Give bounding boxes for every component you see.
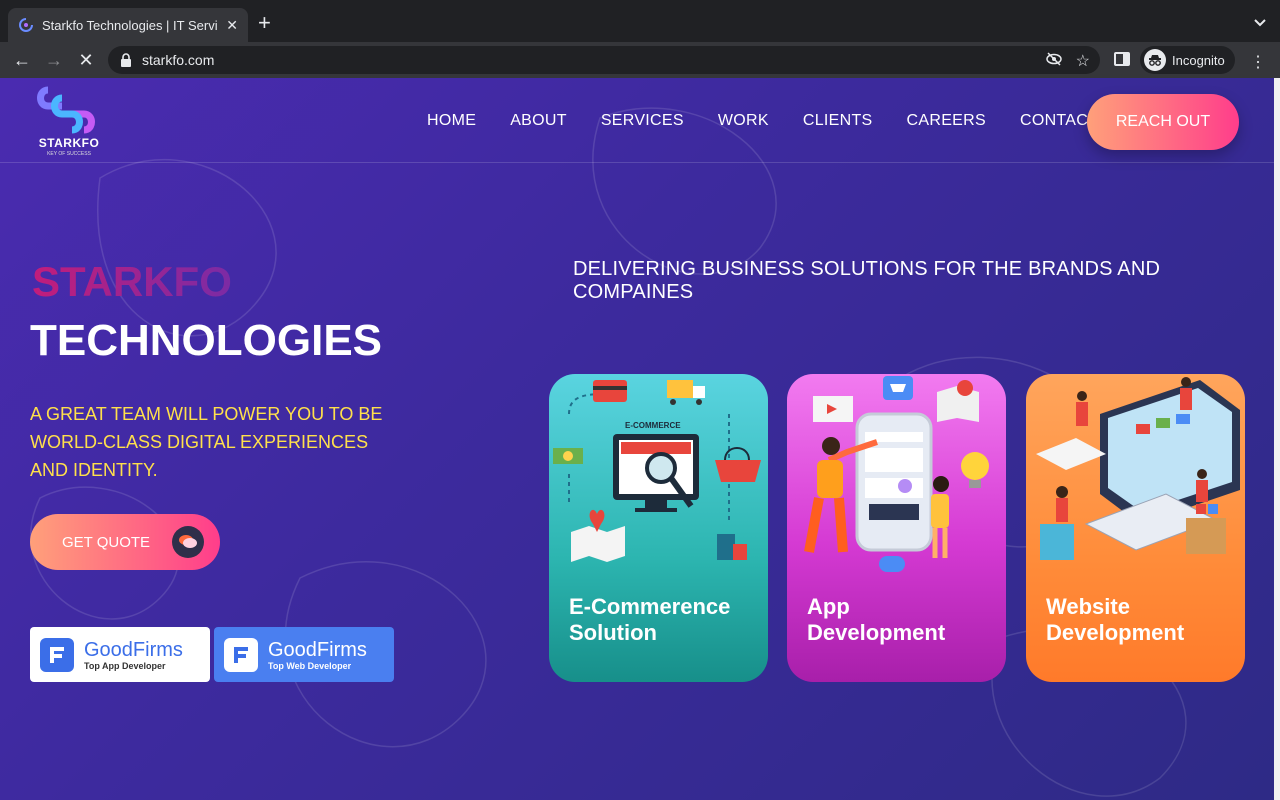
app-illustration: [804, 376, 989, 572]
tab-strip: Starkfo Technologies | IT Servi ✕ +: [0, 0, 1280, 42]
get-quote-label: GET QUOTE: [62, 533, 151, 551]
profile-label: Incognito: [1172, 52, 1225, 68]
back-arrow-icon[interactable]: ←: [6, 50, 38, 71]
forward-arrow-icon[interactable]: →: [38, 50, 70, 71]
hero-title-technologies: TECHNOLOGIES: [30, 316, 383, 365]
logo-name: STARKFO: [38, 136, 100, 150]
incognito-profile-button[interactable]: Incognito: [1140, 46, 1235, 74]
ecommerce-card[interactable]: E-COMMERCE E-Commerence Solution: [549, 374, 768, 682]
get-quote-button[interactable]: GET QUOTE: [30, 514, 220, 570]
card-title-line1: App: [807, 594, 850, 619]
new-tab-plus-icon[interactable]: +: [258, 12, 271, 34]
starkfo-logo[interactable]: STARKFO KEY OF SUCCESS: [34, 84, 104, 160]
reach-out-button[interactable]: REACH OUT: [1087, 94, 1239, 150]
card-title-line1: Website: [1046, 594, 1130, 619]
page-scrollbar[interactable]: [1274, 78, 1280, 800]
ecommerce-illustration: E-COMMERCE: [553, 380, 761, 562]
chat-bubble-icon: [172, 526, 204, 558]
side-panel-icon[interactable]: [1114, 52, 1130, 66]
hero-subtitle: A GREAT TEAM WILL POWER YOU TO BE WORLD-…: [30, 404, 383, 480]
site-header: STARKFO KEY OF SUCCESS HOME ABOUT SERVIC…: [0, 78, 1274, 163]
card-title-line1: E-Commerence: [569, 594, 731, 619]
eye-off-icon[interactable]: [1045, 51, 1062, 71]
card-title-line2: Solution: [569, 620, 657, 645]
badge-sub: Top Web Developer: [268, 660, 352, 671]
nav-careers[interactable]: CAREERS: [907, 112, 986, 130]
tab-close-icon[interactable]: ✕: [226, 17, 238, 34]
ecommerce-illustration-label: E-COMMERCE: [625, 421, 681, 430]
goodfirms-app-badge[interactable]: GoodFirms Top App Developer: [30, 627, 210, 682]
goodfirms-logo-icon: [224, 637, 258, 672]
website-development-card[interactable]: Website Development: [1026, 374, 1245, 682]
goodfirms-web-badge[interactable]: GoodFirms Top Web Developer: [214, 627, 394, 682]
ecommerce-card-label: E-Commerence Solution: [569, 594, 730, 646]
stop-loading-icon[interactable]: ✕: [70, 50, 102, 71]
nav-about[interactable]: ABOUT: [510, 112, 567, 130]
website-illustration: [1036, 377, 1240, 560]
card-title-line2: Development: [807, 620, 946, 645]
main-nav: HOME ABOUT SERVICES WORK CLIENTS CAREERS…: [427, 112, 1098, 130]
website-card-label: Website Development: [1046, 594, 1184, 646]
browser-toolbar: ← → ✕ starkfo.com ☆ Incognito ⋮: [0, 42, 1280, 78]
tab-search-chevron-icon[interactable]: [1254, 14, 1266, 30]
business-tagline: DELIVERING BUSINESS SOLUTIONS FOR THE BR…: [573, 258, 1161, 303]
incognito-icon: [1144, 49, 1166, 71]
badge-sub: Top App Developer: [84, 660, 166, 671]
site-favicon-icon: [18, 17, 34, 33]
nav-clients[interactable]: CLIENTS: [803, 112, 873, 130]
badge-name: GoodFirms: [268, 638, 367, 661]
browser-menu-icon[interactable]: ⋮: [1250, 52, 1266, 72]
nav-work[interactable]: WORK: [718, 112, 769, 130]
url-text: starkfo.com: [142, 52, 215, 68]
web-page: STARKFO KEY OF SUCCESS HOME ABOUT SERVIC…: [0, 78, 1274, 800]
goodfirms-logo-icon: [40, 637, 74, 672]
logo-mark-icon: [37, 86, 95, 134]
app-card-label: App Development: [807, 594, 945, 646]
nav-home[interactable]: HOME: [427, 112, 476, 130]
badge-name: GoodFirms: [84, 638, 183, 661]
hero-title-starkfo: STARKFO: [32, 258, 232, 305]
bookmark-star-icon[interactable]: ☆: [1076, 51, 1090, 71]
card-title-line2: Development: [1046, 620, 1185, 645]
lock-icon: [121, 53, 131, 67]
nav-services[interactable]: SERVICES: [601, 112, 684, 130]
address-bar[interactable]: starkfo.com ☆: [108, 46, 1100, 74]
app-development-card[interactable]: App Development: [787, 374, 1006, 682]
browser-tab[interactable]: Starkfo Technologies | IT Servi ✕: [8, 8, 248, 42]
tab-title: Starkfo Technologies | IT Servi: [42, 17, 218, 33]
logo-tagline: KEY OF SUCCESS: [47, 151, 91, 157]
